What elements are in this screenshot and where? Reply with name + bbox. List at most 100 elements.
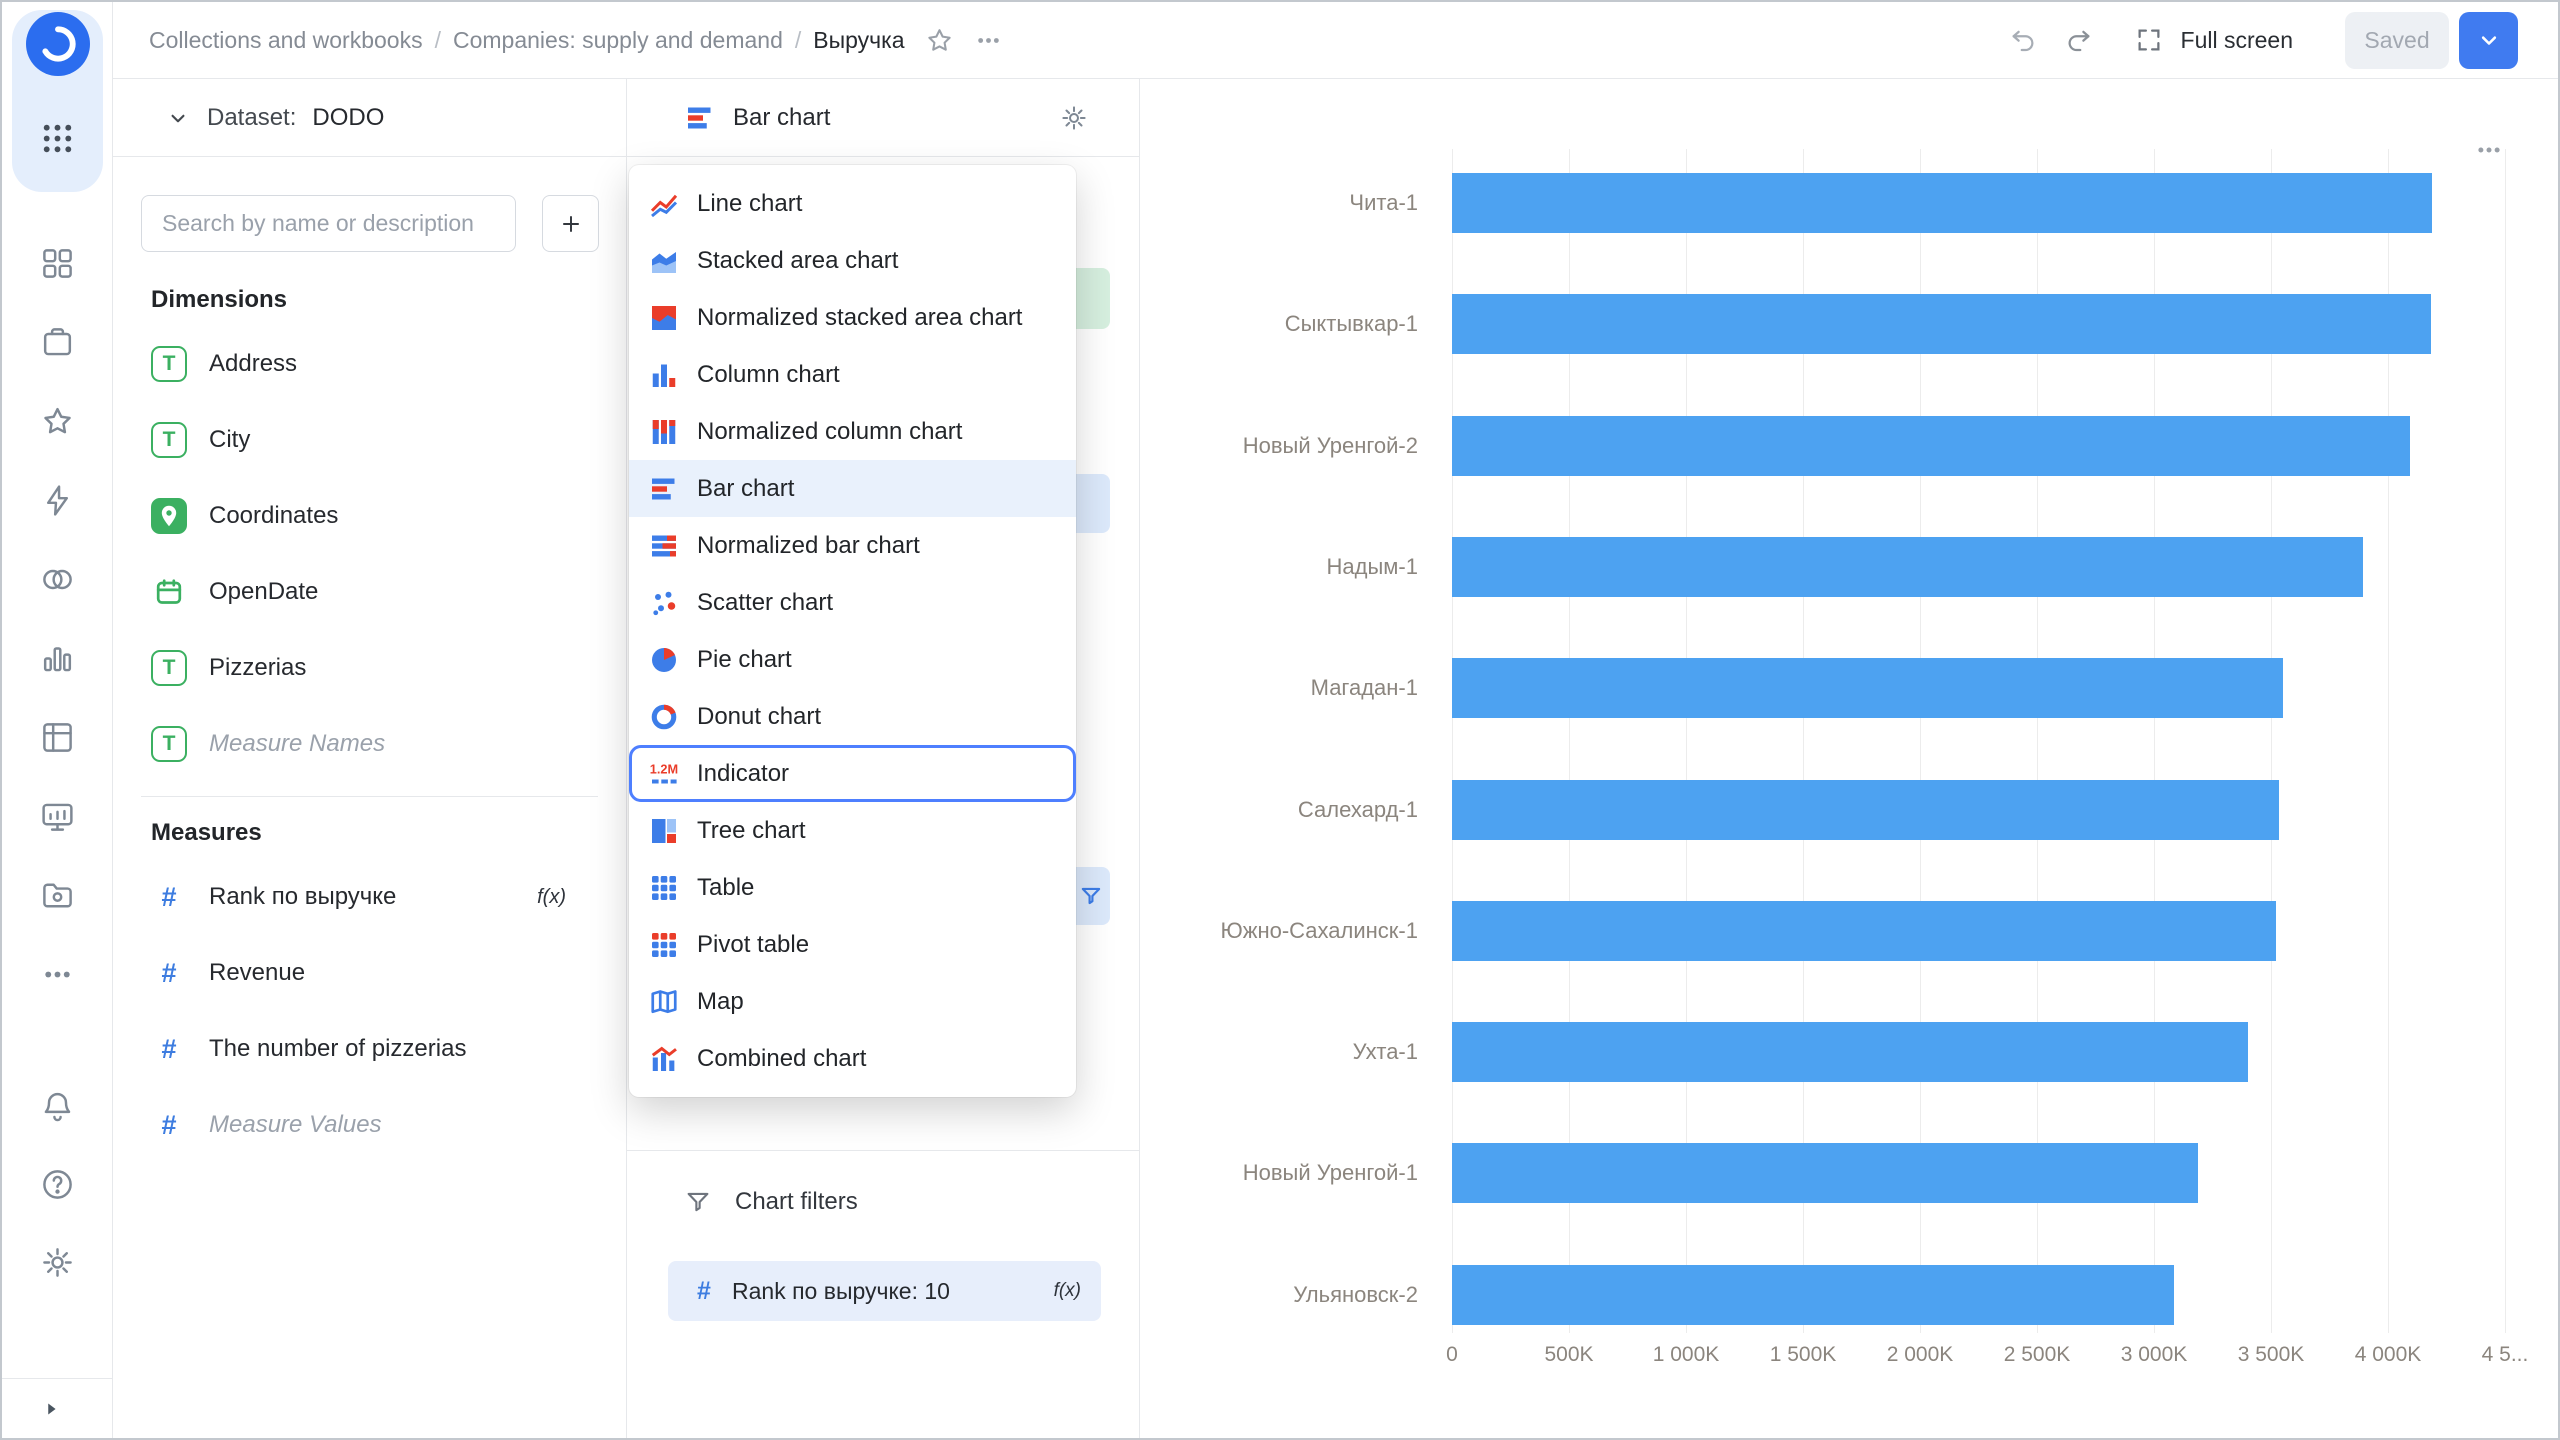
rail-nav [35, 241, 79, 996]
chart-type-option-bar-chart[interactable]: Bar chart [629, 460, 1076, 517]
rail-item-quick-actions[interactable] [35, 478, 79, 522]
chevron-down-icon [2475, 26, 2503, 54]
combined-chart-icon [649, 1044, 679, 1074]
field-item[interactable]: #Rank по выручкеf(x) [113, 859, 626, 935]
chart-type-option-label: Tree chart [697, 817, 805, 845]
rail-item-relations[interactable] [35, 557, 79, 601]
formula-icon: f(x) [1054, 1280, 1081, 1302]
field-item[interactable]: # Measure Values [113, 1087, 626, 1163]
bar[interactable] [1452, 294, 2431, 354]
bar[interactable] [1452, 780, 2279, 840]
dimension-chip-fragment[interactable] [1076, 268, 1110, 329]
bar[interactable] [1452, 901, 2276, 961]
category-label: Магадан-1 [1140, 672, 1418, 704]
category-label: Ульяновск-2 [1140, 1279, 1418, 1311]
field-item[interactable]: TCity [113, 402, 626, 478]
field-item[interactable]: TAddress [113, 326, 626, 402]
chart-type-option-stacked-area-chart[interactable]: Stacked area chart [629, 232, 1076, 289]
saved-button[interactable]: Saved [2345, 12, 2449, 69]
datalens-logo[interactable] [26, 12, 90, 76]
chart-type-option-normalized-stacked-area-chart[interactable]: Normalized stacked area chart [629, 289, 1076, 346]
redo-button[interactable] [2057, 18, 2101, 62]
chart-type-option-scatter-chart[interactable]: Scatter chart [629, 574, 1076, 631]
field-item[interactable]: #Revenue [113, 935, 626, 1011]
chart-type-option-combined-chart[interactable]: Combined chart [629, 1030, 1076, 1087]
measure-number-icon: # [688, 1277, 720, 1306]
chart-type-option-table[interactable]: Table [629, 859, 1076, 916]
add-field-button[interactable] [542, 195, 599, 252]
field-item[interactable]: TMeasure Names [113, 706, 626, 782]
rail-item-dashboards[interactable] [35, 794, 79, 838]
bar[interactable] [1452, 173, 2432, 233]
chart-type-option-pivot-table[interactable]: Pivot table [629, 916, 1076, 973]
dataset-header[interactable]: Dataset: DODO [113, 79, 626, 157]
rail-item-storage[interactable] [35, 873, 79, 917]
fullscreen-button[interactable] [2127, 18, 2171, 62]
measure-number-icon: # [151, 1110, 187, 1141]
rail-item-bell[interactable] [35, 1084, 79, 1128]
donut-chart-icon [649, 702, 679, 732]
chart-type-option-label: Stacked area chart [697, 247, 898, 275]
filter-chip[interactable]: # Rank по выручке: 10 f(x) [668, 1261, 1101, 1321]
chart-settings-gear-icon[interactable] [1059, 103, 1089, 133]
settings-gear-icon [39, 1244, 76, 1281]
sort-chip-fragment[interactable] [1076, 867, 1110, 925]
chart-type-option-indicator[interactable]: 1.2MIndicator [629, 745, 1076, 802]
bar-chart-icon [685, 103, 715, 133]
bar[interactable] [1452, 537, 2363, 597]
fullscreen-label[interactable]: Full screen [2181, 27, 2293, 54]
chart-type-option-tree-chart[interactable]: Tree chart [629, 802, 1076, 859]
apps-grid-icon[interactable] [35, 116, 79, 160]
field-item[interactable]: #The number of pizzerias [113, 1011, 626, 1087]
search-input[interactable] [141, 195, 516, 252]
breadcrumb-item[interactable]: Collections and workbooks [149, 27, 423, 54]
top-bar: Collections and workbooks/Companies: sup… [113, 2, 2558, 79]
measure-chip-fragment[interactable] [1076, 474, 1110, 533]
bar[interactable] [1452, 1265, 2174, 1325]
chart-type-option-normalized-bar-chart[interactable]: Normalized bar chart [629, 517, 1076, 574]
chart-menu-icon[interactable] [2474, 135, 2504, 165]
chart-type-selector[interactable]: Bar chart [627, 79, 1139, 157]
rail-item-settings-gear[interactable] [35, 1240, 79, 1284]
chart-type-option-donut-chart[interactable]: Donut chart [629, 688, 1076, 745]
breadcrumb-item[interactable]: Выручка [813, 27, 904, 54]
field-label: Rank по выручке [209, 883, 396, 911]
rail-item-collections[interactable] [35, 241, 79, 285]
chart-type-option-normalized-column-chart[interactable]: Normalized column chart [629, 403, 1076, 460]
bar[interactable] [1452, 658, 2283, 718]
field-label: Measure Values [209, 1111, 382, 1139]
chart-type-option-line-chart[interactable]: Line chart [629, 175, 1076, 232]
chart-type-option-label: Donut chart [697, 703, 821, 731]
bar[interactable] [1452, 1143, 2198, 1203]
breadcrumb-more-icon[interactable] [974, 26, 1003, 55]
left-rail [2, 2, 113, 1438]
chart-type-menu: Line chart Stacked area chart Normalized s… [629, 165, 1076, 1097]
chart-type-option-label: Column chart [697, 361, 840, 389]
rail-item-favorites-star[interactable] [35, 399, 79, 443]
bar[interactable] [1452, 1022, 2248, 1082]
relations-icon [39, 561, 76, 598]
top-bar-actions: Full screen Saved [2001, 12, 2518, 69]
breadcrumb-item[interactable]: Companies: supply and demand [453, 27, 783, 54]
save-menu-button[interactable] [2459, 12, 2518, 69]
chevron-down-icon[interactable] [165, 105, 191, 131]
field-search-row [113, 157, 626, 252]
rail-item-help[interactable] [35, 1162, 79, 1206]
section-divider [627, 1150, 1139, 1151]
field-item[interactable]: OpenDate [113, 554, 626, 630]
rail-item-tables[interactable] [35, 715, 79, 759]
undo-button[interactable] [2001, 18, 2045, 62]
favorite-star-icon[interactable] [925, 26, 954, 55]
rail-item-workbooks[interactable] [35, 320, 79, 364]
chart-type-option-column-chart[interactable]: Column chart [629, 346, 1076, 403]
expand-rail-icon[interactable] [40, 1398, 62, 1420]
chart-type-option-pie-chart[interactable]: Pie chart [629, 631, 1076, 688]
bar[interactable] [1452, 416, 2410, 476]
storage-icon [39, 877, 76, 914]
rail-item-charts[interactable] [35, 636, 79, 680]
rail-item-more[interactable] [35, 952, 79, 996]
field-item[interactable]: TPizzerias [113, 630, 626, 706]
chart-type-option-map[interactable]: Map [629, 973, 1076, 1030]
field-item[interactable]: Coordinates [113, 478, 626, 554]
dataset-name[interactable]: DODO [312, 104, 384, 132]
